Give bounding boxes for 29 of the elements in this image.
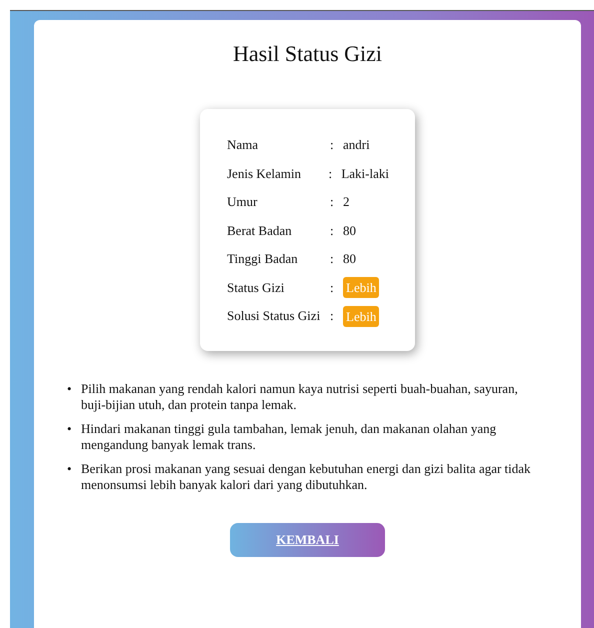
advice-item: Berikan prosi makanan yang sesuai dengan kebutuhan energi dan gizi balita agar tidak menonsumsi lebih banyak kalori dari yang dibutuhkan.	[81, 460, 532, 492]
field-label: Tinggi Badan	[227, 251, 299, 268]
field-label: Status Gizi	[227, 280, 286, 296]
separator: :	[328, 166, 334, 182]
field-value: 80	[343, 251, 356, 266]
separator: :	[330, 251, 335, 268]
advice-item: Hindari makanan tinggi gula tambahan, lemak jenuh, dan makanan olahan yang mengandung banyak lemak trans.	[81, 420, 498, 452]
back-button[interactable]: KEMBALI	[230, 522, 385, 556]
separator: :	[330, 222, 335, 239]
status-badge: Lebih	[343, 306, 380, 327]
bullet: •	[67, 420, 73, 438]
field-label: Jenis Kelamin	[227, 166, 302, 182]
field-label: Nama	[227, 137, 260, 154]
page-title: Hasil Status Gizi	[232, 40, 384, 67]
separator: :	[330, 194, 335, 210]
field-label: Berat Badan	[227, 222, 293, 239]
separator: :	[330, 308, 335, 324]
bullet: •	[67, 460, 73, 478]
advice-item: Pilih makanan yang rendah kalori namun kaya nutrisi seperti buah-buahan, sayuran, buji-bijian utuh, dan protein tanpa lemak.	[81, 380, 519, 412]
field-value: Laki-laki	[341, 166, 389, 181]
separator: :	[330, 280, 335, 296]
field-label: Umur	[227, 194, 258, 210]
field-value: andri	[343, 137, 370, 152]
field-label: Solusi Status Gizi	[227, 308, 322, 324]
bullet: •	[67, 380, 73, 398]
separator: :	[330, 137, 335, 154]
status-badge: Lebih	[343, 277, 380, 298]
field-value: 80	[343, 222, 356, 238]
field-value: 2	[343, 194, 350, 210]
